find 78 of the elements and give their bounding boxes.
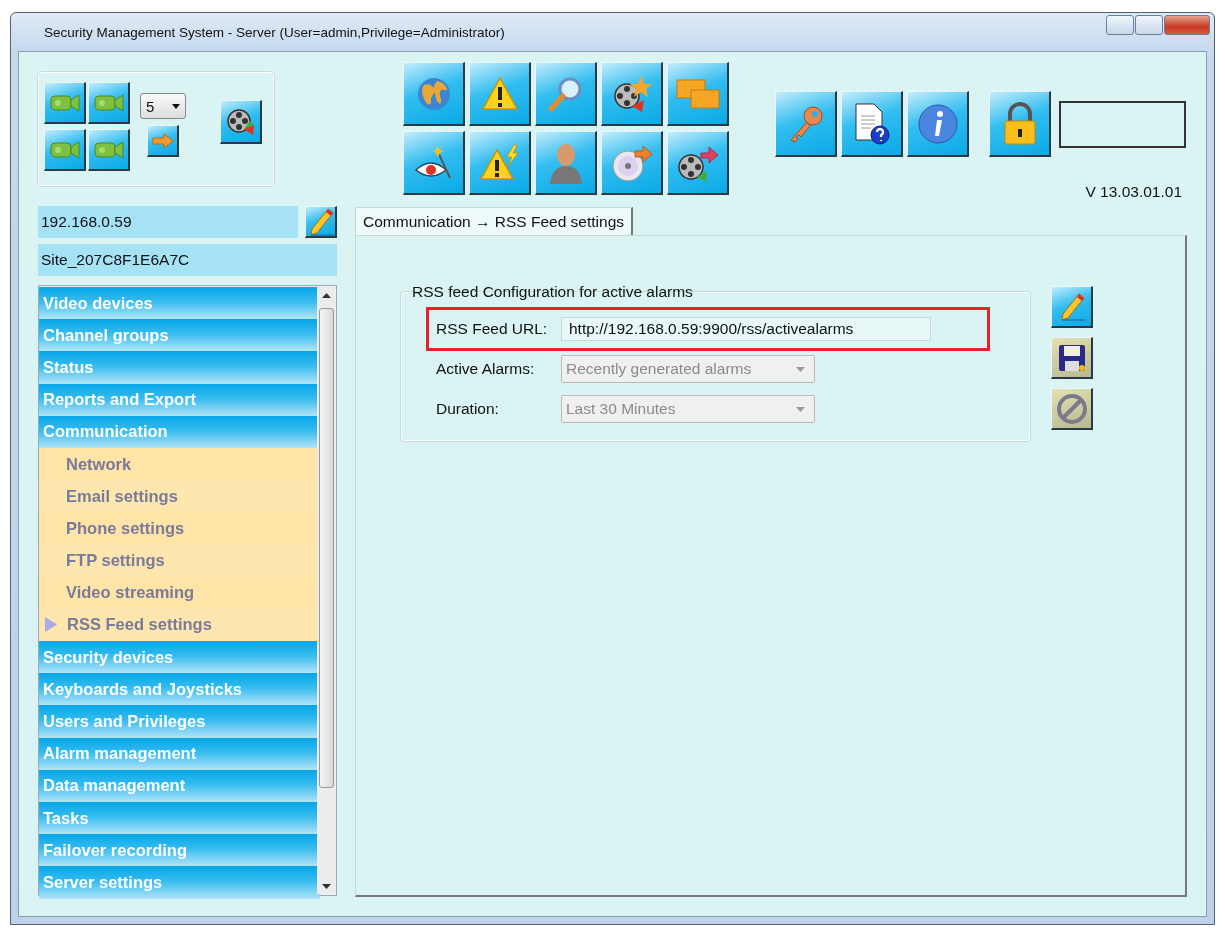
camera-button[interactable] bbox=[44, 82, 86, 124]
info-icon bbox=[916, 102, 959, 145]
field-label: Active Alarms: bbox=[436, 360, 536, 378]
edit-button[interactable] bbox=[305, 206, 337, 238]
camera-button[interactable] bbox=[44, 129, 86, 171]
layout-dropdown[interactable]: 5 bbox=[140, 93, 186, 119]
windows-button[interactable] bbox=[667, 62, 729, 126]
alarms-button[interactable] bbox=[469, 62, 531, 126]
sidebar-item[interactable]: Communication bbox=[39, 415, 320, 448]
scrollbar[interactable] bbox=[317, 287, 335, 894]
go-button[interactable] bbox=[147, 125, 179, 157]
sidebar-item[interactable]: Server settings bbox=[39, 866, 320, 899]
sidebar-subitem[interactable]: FTP settings bbox=[39, 544, 320, 577]
camera-icon bbox=[49, 92, 80, 113]
favorite-video-button[interactable] bbox=[601, 62, 663, 126]
sidebar-item[interactable]: Data management bbox=[39, 769, 320, 802]
window-title: Security Management System - Server (User=admin,Privilege=Administrator) bbox=[44, 24, 505, 40]
camera-button[interactable] bbox=[88, 82, 130, 124]
scrollbar-thumb[interactable] bbox=[318, 308, 334, 788]
camera-icon bbox=[49, 139, 80, 160]
alarm-events-button[interactable] bbox=[469, 131, 531, 195]
video-export-button[interactable] bbox=[667, 131, 729, 195]
user-button[interactable] bbox=[535, 131, 597, 195]
film-button[interactable] bbox=[220, 100, 262, 144]
watch-button[interactable] bbox=[403, 131, 465, 195]
pencil-icon bbox=[1058, 291, 1085, 322]
field-label: Duration: bbox=[436, 400, 500, 418]
sidebar-item[interactable]: Alarm management bbox=[39, 737, 320, 770]
address-field[interactable]: 192.168.0.59 bbox=[38, 206, 298, 238]
sidebar-item[interactable]: Security devices bbox=[39, 641, 320, 674]
export-button[interactable] bbox=[601, 131, 663, 195]
sidebar-item[interactable]: Video devices bbox=[39, 287, 320, 320]
sidebar-item[interactable]: Status bbox=[39, 351, 320, 384]
about-button[interactable] bbox=[907, 91, 969, 157]
sidebar-item[interactable]: Users and Privileges bbox=[39, 705, 320, 738]
padlock-icon bbox=[1002, 101, 1037, 146]
help-button[interactable] bbox=[841, 91, 903, 157]
sidebar-subitem[interactable]: Video streaming bbox=[39, 576, 320, 609]
group-title: RSS feed Configuration for active alarms bbox=[411, 283, 694, 301]
license-button[interactable] bbox=[775, 91, 837, 157]
sidebar-subitem[interactable]: Phone settings bbox=[39, 512, 320, 545]
cancel-icon bbox=[1055, 392, 1088, 425]
tab[interactable]: Communication → RSS Feed settings bbox=[355, 207, 634, 235]
caret-icon bbox=[796, 366, 805, 372]
version-label: V 13.03.01.01 bbox=[1084, 183, 1183, 201]
maximize-button[interactable] bbox=[1135, 15, 1163, 35]
url-field[interactable]: http://192.168.0.59:9900/rss/activealarms bbox=[561, 317, 931, 341]
scroll-up-icon[interactable] bbox=[321, 292, 331, 298]
sidebar-item[interactable]: Reports and Export bbox=[39, 383, 320, 416]
sidebar-item[interactable]: Failover recording bbox=[39, 834, 320, 867]
sidebar-subitem[interactable]: Network bbox=[39, 447, 320, 481]
film-reel-icon bbox=[225, 106, 256, 137]
warning-bolt-icon bbox=[479, 143, 520, 182]
camera-icon bbox=[93, 92, 124, 113]
search-button[interactable] bbox=[535, 62, 597, 126]
caret-icon bbox=[796, 406, 805, 412]
warning-icon bbox=[480, 75, 519, 112]
sidebar-subitem[interactable]: Email settings bbox=[39, 480, 320, 513]
document-question-icon bbox=[852, 101, 891, 146]
camera-icon bbox=[93, 139, 124, 160]
disc-arrow-icon bbox=[610, 142, 653, 183]
pencil-icon bbox=[307, 206, 334, 237]
scroll-down-icon[interactable] bbox=[321, 883, 331, 889]
sidebar-subitem[interactable]: RSS Feed settings bbox=[39, 608, 320, 642]
globe-button[interactable] bbox=[403, 62, 465, 126]
arrow-icon bbox=[151, 132, 174, 149]
camera-button[interactable] bbox=[88, 129, 130, 171]
field-label: RSS Feed URL: bbox=[436, 320, 549, 338]
site-label: Site_207C8F1E6A7C bbox=[38, 244, 337, 276]
sidebar-item[interactable]: Channel groups bbox=[39, 319, 320, 352]
sidebar-item[interactable]: Tasks bbox=[39, 802, 320, 835]
person-icon bbox=[547, 141, 584, 184]
windows-icon bbox=[675, 77, 720, 110]
edit-button[interactable] bbox=[1051, 286, 1093, 328]
minimize-button[interactable] bbox=[1106, 15, 1134, 35]
selection-marker-icon bbox=[45, 617, 57, 633]
sidebar-item[interactable]: Keyboards and Joysticks bbox=[39, 673, 320, 706]
lock-button[interactable] bbox=[989, 91, 1051, 157]
